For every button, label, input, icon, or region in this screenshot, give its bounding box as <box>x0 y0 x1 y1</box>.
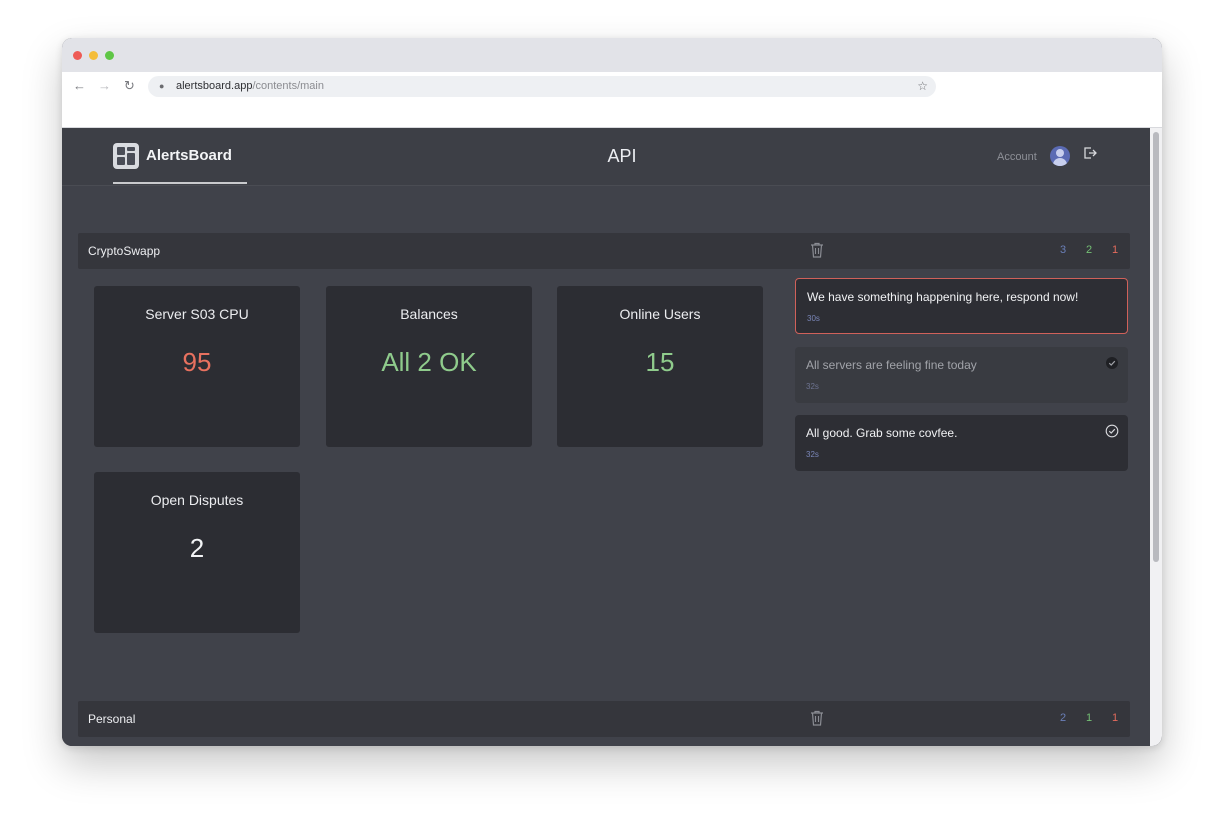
star-icon[interactable]: ☆ <box>917 79 928 93</box>
app-header: AlertsBoard API Account <box>62 128 1150 186</box>
metric-title: Server S03 CPU <box>145 306 249 322</box>
group-name: Personal <box>88 712 136 726</box>
alert-text: All good. Grab some covfee. <box>806 426 958 440</box>
browser-toolbar: ← → ↻ ● alertsboard.app/contents/main ☆ <box>62 72 1162 128</box>
address-bar[interactable]: ● alertsboard.app/contents/main ☆ <box>148 76 936 97</box>
count-ok: 1 <box>1086 712 1093 724</box>
group-header-cryptoswapp[interactable]: CryptoSwapp 3 2 1 <box>78 233 1130 269</box>
alert-text: All servers are feeling fine today <box>806 358 977 372</box>
metric-value: All 2 OK <box>381 347 477 377</box>
alert-time: 30s <box>807 314 820 323</box>
metric-title: Open Disputes <box>150 492 244 508</box>
scrollbar-thumb[interactable] <box>1153 132 1159 562</box>
check-circle-icon[interactable] <box>1105 356 1119 370</box>
reload-icon[interactable]: ↻ <box>124 78 135 94</box>
active-nav-underline <box>113 182 247 184</box>
metric-card[interactable]: Balances All 2 OK <box>326 286 532 447</box>
metric-card[interactable]: Open Disputes 2 <box>94 472 300 633</box>
alert-time: 32s <box>806 450 819 459</box>
app-viewport: AlertsBoard API Account CryptoSwapp 3 2 … <box>62 128 1162 746</box>
metric-card[interactable]: Server S03 CPU 95 <box>94 286 300 447</box>
trash-icon[interactable] <box>810 242 824 258</box>
metric-value: 2 <box>189 533 205 563</box>
back-arrow-icon[interactable]: ← <box>73 78 86 94</box>
maximize-window-button[interactable] <box>105 51 114 60</box>
scrollbar[interactable] <box>1150 128 1162 746</box>
count-ok: 2 <box>1086 244 1093 256</box>
alert-text: We have something happening here, respon… <box>807 290 1079 304</box>
count-info: 2 <box>1060 712 1067 724</box>
metric-value: 95 <box>182 347 212 377</box>
metric-card[interactable]: Online Users 15 <box>557 286 763 447</box>
count-info: 3 <box>1060 244 1067 256</box>
alert-item-resolved[interactable]: All good. Grab some covfee. 32s <box>795 415 1128 471</box>
account-link[interactable]: Account <box>997 151 1037 163</box>
count-critical: 1 <box>1112 244 1119 256</box>
alert-item-acknowledged[interactable]: All servers are feeling fine today 32s <box>795 347 1128 403</box>
lock-icon: ● <box>159 81 165 91</box>
browser-titlebar <box>62 38 1162 72</box>
alert-item-critical[interactable]: We have something happening here, respon… <box>795 278 1128 334</box>
logout-icon[interactable] <box>1083 146 1097 160</box>
url-path: /contents/main <box>252 80 324 92</box>
count-critical: 1 <box>1112 712 1119 724</box>
metric-title: Balances <box>400 306 458 322</box>
minimize-window-button[interactable] <box>89 51 98 60</box>
trash-icon[interactable] <box>810 710 824 726</box>
close-window-button[interactable] <box>73 51 82 60</box>
group-header-personal[interactable]: Personal 2 1 1 <box>78 701 1130 737</box>
url-host: alertsboard.app <box>176 80 253 92</box>
url-text[interactable]: alertsboard.app/contents/main <box>176 80 324 92</box>
group-name: CryptoSwapp <box>88 244 161 258</box>
browser-window: ← → ↻ ● alertsboard.app/contents/main ☆ … <box>62 38 1162 746</box>
metric-title: Online Users <box>619 306 701 322</box>
alert-time: 32s <box>806 382 819 391</box>
check-circle-icon[interactable] <box>1105 424 1119 438</box>
forward-arrow-icon[interactable]: → <box>98 78 111 94</box>
user-avatar-icon[interactable] <box>1050 146 1070 166</box>
metric-value: 15 <box>645 347 675 377</box>
